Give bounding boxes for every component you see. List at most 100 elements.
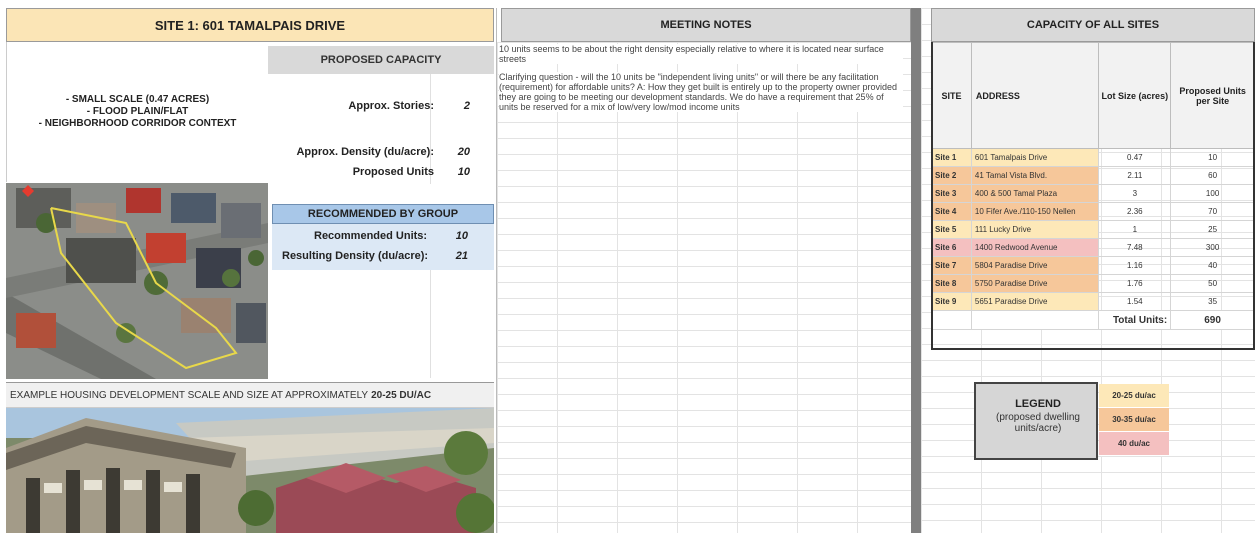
proposed-capacity-header: PROPOSED CAPACITY bbox=[268, 46, 494, 74]
lot-size-cell: 1.16 bbox=[1098, 256, 1172, 275]
total-label: Total Units: bbox=[1098, 310, 1172, 330]
note-item: 10 units seems to be about the right den… bbox=[499, 44, 903, 64]
site-row: Site 2 41 Tamal Vista Blvd. 2.11 60 bbox=[931, 166, 1255, 185]
col-header-lot-size: Lot Size (acres) bbox=[1098, 42, 1172, 149]
proposed-units-value: 10 bbox=[457, 166, 470, 178]
units-cell: 100 bbox=[1170, 184, 1255, 203]
resulting-density-row: Resulting Density (du/acre): 21 bbox=[272, 246, 494, 266]
site-id-cell: Site 9 bbox=[931, 292, 972, 311]
address-cell: 5750 Paradise Drive bbox=[970, 274, 1100, 293]
col-header-site: SITE bbox=[931, 42, 972, 149]
legend-items: 20-25 du/ac 30-35 du/ac 40 du/ac bbox=[1099, 384, 1169, 456]
example-label-text: EXAMPLE HOUSING DEVELOPMENT SCALE AND SI… bbox=[10, 389, 369, 401]
address-cell: 1400 Redwood Avenue bbox=[970, 238, 1100, 257]
address-cell: 10 Fifer Ave./110-150 Nellen bbox=[970, 202, 1100, 221]
site-id-cell: Site 3 bbox=[931, 184, 972, 203]
site-row: Site 8 5750 Paradise Drive 1.76 50 bbox=[931, 274, 1255, 293]
example-label-density: 20-25 DU/AC bbox=[371, 389, 432, 401]
address-cell: 400 & 500 Tamal Plaza bbox=[970, 184, 1100, 203]
stories-label: Approx. Stories: bbox=[348, 100, 434, 112]
site-id-cell: Site 8 bbox=[931, 274, 972, 293]
note-item: Clarifying question - will the 10 units … bbox=[499, 72, 903, 112]
units-cell: 70 bbox=[1170, 202, 1255, 221]
site-row: Site 6 1400 Redwood Avenue 7.48 300 bbox=[931, 238, 1255, 257]
site-row: Site 5 111 Lucky Drive 1 25 bbox=[931, 220, 1255, 239]
density-label: Approx. Density (du/acre): bbox=[296, 146, 434, 158]
units-cell: 40 bbox=[1170, 256, 1255, 275]
site-description: - SMALL SCALE (0.47 ACRES) - FLOOD PLAIN… bbox=[6, 42, 268, 182]
site-id-cell: Site 6 bbox=[931, 238, 972, 257]
resulting-density-label: Resulting Density (du/acre): bbox=[282, 250, 429, 262]
site-desc-line: - SMALL SCALE (0.47 ACRES) bbox=[65, 94, 210, 105]
site-row: Site 4 10 Fifer Ave./110-150 Nellen 2.36 70 bbox=[931, 202, 1255, 221]
lot-size-cell: 2.11 bbox=[1098, 166, 1172, 185]
total-blank bbox=[931, 310, 972, 330]
legend-subtitle: (proposed dwelling units/acre) bbox=[996, 412, 1080, 434]
address-cell: 5804 Paradise Drive bbox=[970, 256, 1100, 275]
address-cell: 41 Tamal Vista Blvd. bbox=[970, 166, 1100, 185]
lot-size-cell: 7.48 bbox=[1098, 238, 1172, 257]
units-cell: 60 bbox=[1170, 166, 1255, 185]
units-cell: 35 bbox=[1170, 292, 1255, 311]
proposed-units-row: Proposed Units 10 bbox=[268, 162, 494, 184]
recommended-units-label: Recommended Units: bbox=[314, 230, 428, 242]
stories-row: Approx. Stories: 2 bbox=[268, 96, 494, 118]
legend-box: LEGEND (proposed dwelling units/acre) bbox=[974, 382, 1098, 460]
site-id-cell: Site 5 bbox=[931, 220, 972, 239]
recommended-body: Recommended Units: 10 Resulting Density … bbox=[272, 224, 494, 270]
recommended-header: RECOMMENDED BY GROUP bbox=[272, 204, 494, 224]
legend-item: 30-35 du/ac bbox=[1099, 408, 1169, 432]
notes-grid: 10 units seems to be about the right den… bbox=[497, 42, 911, 533]
legend-item: 40 du/ac bbox=[1099, 432, 1169, 456]
site-id-cell: Site 2 bbox=[931, 166, 972, 185]
units-cell: 25 bbox=[1170, 220, 1255, 239]
density-row: Approx. Density (du/acre): 20 bbox=[268, 142, 494, 164]
site-row: Site 7 5804 Paradise Drive 1.16 40 bbox=[931, 256, 1255, 275]
example-development-photo bbox=[6, 408, 494, 533]
col-header-address: ADDRESS bbox=[970, 42, 1100, 149]
site-id-cell: Site 1 bbox=[931, 148, 972, 167]
address-cell: 601 Tamalpais Drive bbox=[970, 148, 1100, 167]
example-label: EXAMPLE HOUSING DEVELOPMENT SCALE AND SI… bbox=[6, 382, 494, 408]
panel-separator bbox=[911, 8, 921, 533]
sites-table: SITE ADDRESS Lot Size (acres) Proposed U… bbox=[931, 42, 1255, 330]
recommended-units-value: 10 bbox=[455, 230, 468, 242]
units-cell: 50 bbox=[1170, 274, 1255, 293]
units-cell: 10 bbox=[1170, 148, 1255, 167]
lot-size-cell: 1.76 bbox=[1098, 274, 1172, 293]
lot-size-cell: 3 bbox=[1098, 184, 1172, 203]
site-desc-line: - FLOOD PLAIN/FLAT bbox=[86, 106, 189, 117]
col-header-units: Proposed Units per Site bbox=[1170, 42, 1255, 149]
site-row: Site 1 601 Tamalpais Drive 0.47 10 bbox=[931, 148, 1255, 167]
lot-size-cell: 1.54 bbox=[1098, 292, 1172, 311]
site-id-cell: Site 4 bbox=[931, 202, 972, 221]
total-value: 690 bbox=[1170, 310, 1255, 330]
site-desc-line: - NEIGHBORHOOD CORRIDOR CONTEXT bbox=[38, 118, 237, 129]
resulting-density-value: 21 bbox=[455, 250, 468, 262]
blank-cells bbox=[272, 270, 494, 378]
lot-size-cell: 2.36 bbox=[1098, 202, 1172, 221]
capacity-panel: CAPACITY OF ALL SITES SITE ADDRESS Lot S… bbox=[921, 8, 1255, 533]
site-title: SITE 1: 601 TAMALPAIS DRIVE bbox=[6, 8, 494, 42]
legend-title: LEGEND bbox=[1015, 398, 1061, 410]
site-row: Site 9 5651 Paradise Drive 1.54 35 bbox=[931, 292, 1255, 311]
aerial-site-image bbox=[6, 183, 268, 379]
lot-size-cell: 1 bbox=[1098, 220, 1172, 239]
stories-value: 2 bbox=[463, 100, 470, 112]
proposed-units-label: Proposed Units bbox=[352, 166, 434, 178]
units-cell: 300 bbox=[1170, 238, 1255, 257]
address-cell: 111 Lucky Drive bbox=[970, 220, 1100, 239]
address-cell: 5651 Paradise Drive bbox=[970, 292, 1100, 311]
lot-size-cell: 0.47 bbox=[1098, 148, 1172, 167]
site-id-cell: Site 7 bbox=[931, 256, 972, 275]
recommended-units-row: Recommended Units: 10 bbox=[272, 226, 494, 246]
meeting-notes-header: MEETING NOTES bbox=[501, 8, 911, 42]
total-row: Total Units: 690 bbox=[931, 310, 1255, 330]
density-value: 20 bbox=[457, 146, 470, 158]
capacity-all-header: CAPACITY OF ALL SITES bbox=[931, 8, 1255, 42]
total-blank bbox=[970, 310, 1100, 330]
site-panel: SITE 1: 601 TAMALPAIS DRIVE - SMALL SCAL… bbox=[6, 8, 494, 533]
legend-item: 20-25 du/ac bbox=[1099, 384, 1169, 408]
site-row: Site 3 400 & 500 Tamal Plaza 3 100 bbox=[931, 184, 1255, 203]
meeting-notes-panel: MEETING NOTES 10 units seems to be about… bbox=[496, 8, 911, 533]
